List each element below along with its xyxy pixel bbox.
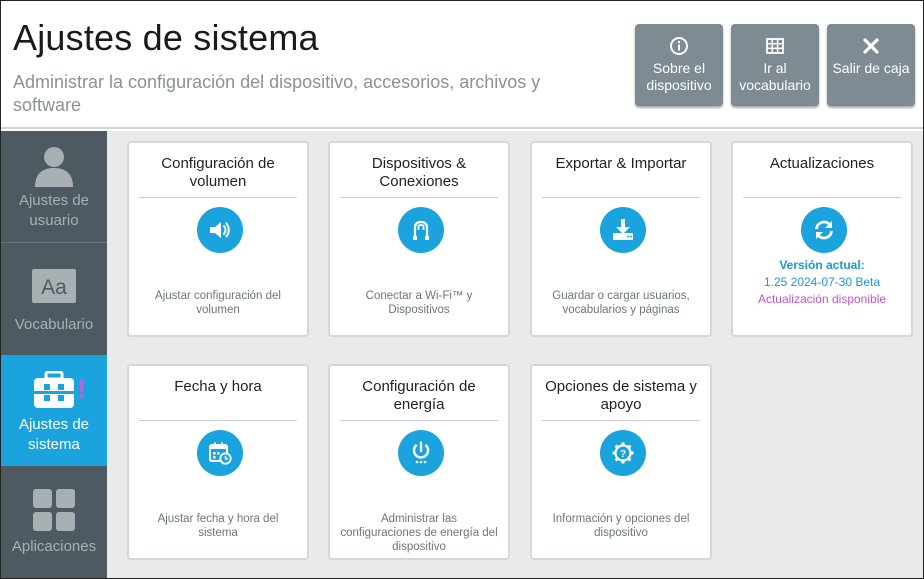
sidebar-item-system-settings[interactable]: ! Ajustes de sistema <box>1 355 117 466</box>
version-label: Versión actual: <box>779 258 865 272</box>
app-window: Ajustes de sistema Administrar la config… <box>0 0 924 579</box>
sidebar-item-label: Ajustes de usuario <box>18 192 90 229</box>
card-title: Opciones de sistema y apoyo <box>545 378 697 413</box>
page-title: Ajustes de sistema <box>13 17 319 58</box>
card-divider <box>139 197 297 198</box>
card-power-settings[interactable]: Configuración de energía Administrar las… <box>328 364 510 560</box>
toolbox-icon <box>34 371 74 408</box>
card-divider <box>340 420 498 421</box>
card-description: Administrar las configuraciones de energ… <box>340 513 498 553</box>
gear-help-icon: ? <box>600 430 646 476</box>
card-description: Ajustar configuración del volumen <box>155 290 281 316</box>
power-icon <box>398 430 444 476</box>
calendar-clock-icon <box>197 430 243 476</box>
card-description: Ajustar fecha y hora del sistema <box>157 513 279 539</box>
page-subtitle: Administrar la configuración del disposi… <box>13 72 541 115</box>
exit-box-label: Salir de caja <box>832 60 910 76</box>
info-icon <box>670 37 688 55</box>
card-devices-connections[interactable]: Dispositivos & Conexiones Conectar a Wi-… <box>328 141 510 337</box>
card-description: Conectar a Wi-Fi™ y Dispositivos <box>365 290 473 316</box>
refresh-icon <box>801 207 847 253</box>
apps-icon <box>33 489 75 531</box>
card-description: Guardar o cargar usuarios, vocabularios … <box>552 290 690 316</box>
card-divider <box>139 420 297 421</box>
card-export-import[interactable]: Exportar & Importar Guardar o cargar usu… <box>530 141 712 337</box>
card-divider <box>542 420 700 421</box>
grid-icon <box>766 38 784 54</box>
svg-text:Aa: Aa <box>41 276 67 299</box>
card-volume-settings[interactable]: Configuración de volumen Ajustar configu… <box>127 141 309 337</box>
settings-grid: Configuración de volumen Ajustar configu… <box>107 131 923 578</box>
alert-badge: ! <box>77 373 87 404</box>
user-icon <box>35 147 73 187</box>
card-divider <box>340 197 498 198</box>
sidebar-item-user-settings[interactable]: Ajustes de usuario <box>1 131 107 242</box>
card-title: Configuración de volumen <box>161 155 275 190</box>
card-title: Fecha y hora <box>174 378 262 395</box>
card-title: Configuración de energía <box>362 378 476 413</box>
card-divider <box>743 197 901 198</box>
sidebar: Ajustes de usuario Aa Vocabulario ! Ajus… <box>1 131 117 578</box>
card-divider <box>542 197 700 198</box>
sidebar-item-label: Vocabulario <box>14 316 94 333</box>
card-date-time[interactable]: Fecha y hora Ajustar fecha y hora del si… <box>127 364 309 560</box>
sidebar-item-applications[interactable]: Aplicaciones <box>1 467 107 578</box>
about-device-button[interactable]: Sobre el dispositivo <box>635 24 723 106</box>
download-icon <box>600 207 646 253</box>
connection-icon <box>398 207 444 253</box>
close-icon <box>863 38 879 54</box>
page-header: Ajustes de sistema Administrar la config… <box>1 1 923 129</box>
card-updates[interactable]: Actualizaciones Versión actual: 1.25 202… <box>731 141 913 337</box>
card-title: Actualizaciones <box>769 155 875 172</box>
sidebar-item-label: Aplicaciones <box>11 538 97 555</box>
speaker-icon <box>197 207 243 253</box>
aa-icon: Aa <box>32 269 76 303</box>
sidebar-item-label: Ajustes de sistema <box>18 416 90 453</box>
about-device-label: Sobre el dispositivo <box>646 60 712 93</box>
card-description: Información y opciones del dispositivo <box>552 513 690 539</box>
card-title: Exportar & Importar <box>555 155 687 172</box>
svg-text:?: ? <box>620 449 626 460</box>
version-value: 1.25 2024-07-30 Beta <box>763 275 881 289</box>
update-available-status: Actualización disponible <box>757 292 887 306</box>
go-to-vocabulary-label: Ir al vocabulario <box>739 60 811 93</box>
exit-box-button[interactable]: Salir de caja <box>827 24 915 106</box>
sidebar-item-vocabulary[interactable]: Aa Vocabulario <box>1 243 107 354</box>
card-title: Dispositivos & Conexiones <box>371 155 467 190</box>
version-info: Versión actual: 1.25 2024-07-30 Beta Act… <box>739 257 905 308</box>
go-to-vocabulary-button[interactable]: Ir al vocabulario <box>731 24 819 106</box>
card-system-support-options[interactable]: Opciones de sistema y apoyo ? Informació… <box>530 364 712 560</box>
